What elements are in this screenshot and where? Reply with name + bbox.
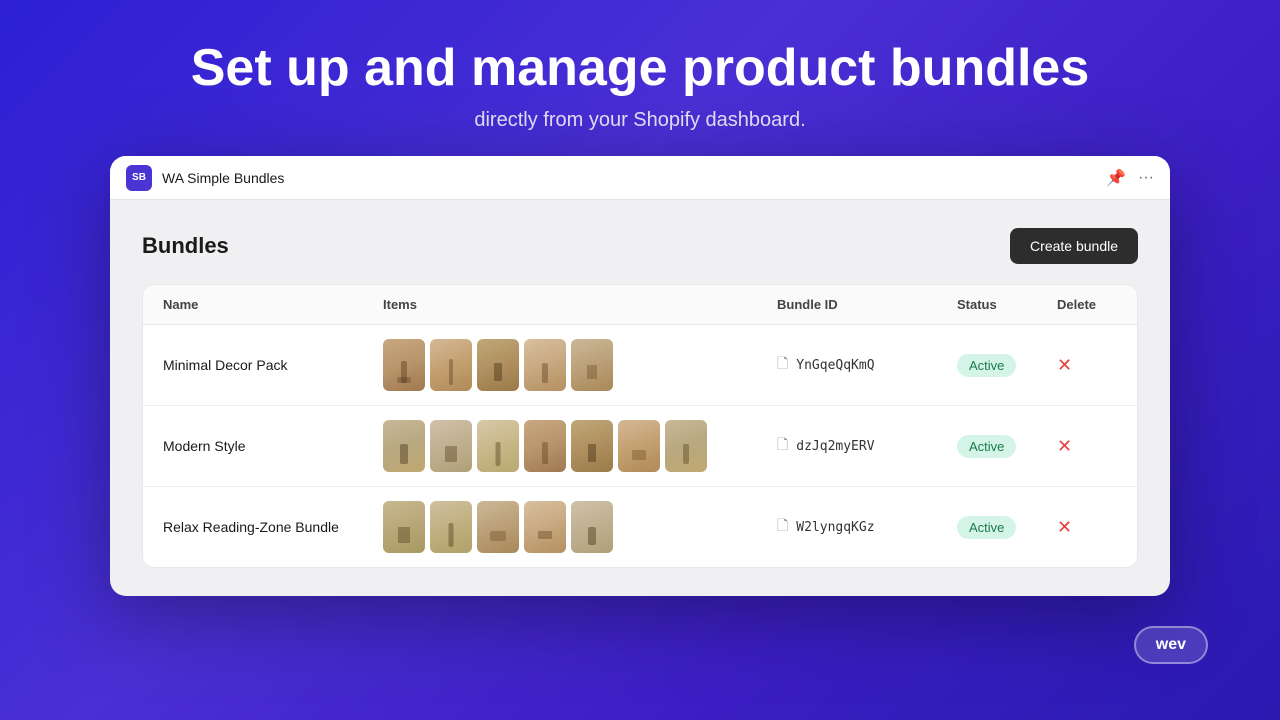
delete-button-2[interactable]: ✕	[1057, 436, 1072, 457]
header-items: Items	[383, 297, 777, 312]
bundle-name-1: Minimal Decor Pack	[163, 357, 383, 373]
thumb-1-1	[383, 339, 425, 391]
bundle-id-cell-1: 🗋 YnGqeQqKmQ	[777, 353, 957, 377]
copy-icon-2[interactable]: 🗋	[777, 434, 788, 458]
status-badge-2: Active	[957, 435, 1016, 458]
bundle-id-text-2: dzJq2myERV	[796, 439, 874, 454]
create-bundle-button[interactable]: Create bundle	[1010, 228, 1138, 264]
page-title: Bundles	[142, 233, 229, 259]
copy-icon-1[interactable]: 🗋	[777, 353, 788, 377]
table-row: Minimal Decor Pack	[143, 325, 1137, 406]
bottom-badge: wev	[1134, 626, 1208, 664]
bundle-name-3: Relax Reading-Zone Bundle	[163, 519, 383, 535]
table-row: Modern Style	[143, 406, 1137, 487]
more-options-icon[interactable]: ···	[1138, 169, 1154, 187]
thumb-2-7	[665, 420, 707, 472]
items-cell-1	[383, 339, 777, 391]
thumb-2-3	[477, 420, 519, 472]
table-row: Relax Reading-Zone Bundle	[143, 487, 1137, 567]
delete-button-3[interactable]: ✕	[1057, 517, 1072, 538]
thumb-3-3	[477, 501, 519, 553]
thumb-3-2	[430, 501, 472, 553]
status-cell-2: Active	[957, 435, 1057, 458]
bundle-id-text-1: YnGqeQqKmQ	[796, 358, 874, 373]
bundle-name-2: Modern Style	[163, 438, 383, 454]
thumb-2-2	[430, 420, 472, 472]
header-status: Status	[957, 297, 1057, 312]
thumb-3-1	[383, 501, 425, 553]
status-cell-1: Active	[957, 354, 1057, 377]
status-badge-1: Active	[957, 354, 1016, 377]
thumb-3-4	[524, 501, 566, 553]
hero-title: Set up and manage product bundles	[191, 40, 1090, 97]
titlebar-right: 📌 ···	[1106, 168, 1154, 188]
items-cell-2	[383, 420, 777, 472]
items-cell-3	[383, 501, 777, 553]
thumb-1-4	[524, 339, 566, 391]
app-window: SB WA Simple Bundles 📌 ··· Bundles Creat…	[110, 156, 1170, 596]
app-icon: SB	[126, 165, 152, 191]
window-content: Bundles Create bundle Name Items Bundle …	[110, 200, 1170, 596]
hero-section: Set up and manage product bundles direct…	[171, 0, 1110, 156]
thumb-2-5	[571, 420, 613, 472]
thumb-3-5	[571, 501, 613, 553]
bundle-id-cell-2: 🗋 dzJq2myERV	[777, 434, 957, 458]
delete-cell-3: ✕	[1057, 517, 1117, 538]
header-name: Name	[163, 297, 383, 312]
bundles-header: Bundles Create bundle	[142, 228, 1138, 264]
window-titlebar: SB WA Simple Bundles 📌 ···	[110, 156, 1170, 200]
thumb-2-4	[524, 420, 566, 472]
thumb-1-2	[430, 339, 472, 391]
header-delete: Delete	[1057, 297, 1117, 312]
delete-cell-2: ✕	[1057, 436, 1117, 457]
header-bundle-id: Bundle ID	[777, 297, 957, 312]
thumb-1-5	[571, 339, 613, 391]
table-header: Name Items Bundle ID Status Delete	[143, 285, 1137, 325]
thumb-1-3	[477, 339, 519, 391]
bundle-id-cell-3: 🗋 W2lyngqKGz	[777, 515, 957, 539]
thumb-2-1	[383, 420, 425, 472]
copy-icon-3[interactable]: 🗋	[777, 515, 788, 539]
titlebar-left: SB WA Simple Bundles	[126, 165, 284, 191]
status-badge-3: Active	[957, 516, 1016, 539]
thumb-2-6	[618, 420, 660, 472]
delete-cell-1: ✕	[1057, 355, 1117, 376]
status-cell-3: Active	[957, 516, 1057, 539]
app-title: WA Simple Bundles	[162, 170, 284, 186]
hero-subtitle: directly from your Shopify dashboard.	[191, 109, 1090, 132]
delete-button-1[interactable]: ✕	[1057, 355, 1072, 376]
bundles-table: Name Items Bundle ID Status Delete Minim…	[142, 284, 1138, 568]
bundle-id-text-3: W2lyngqKGz	[796, 520, 874, 535]
pin-icon[interactable]: 📌	[1106, 168, 1126, 188]
